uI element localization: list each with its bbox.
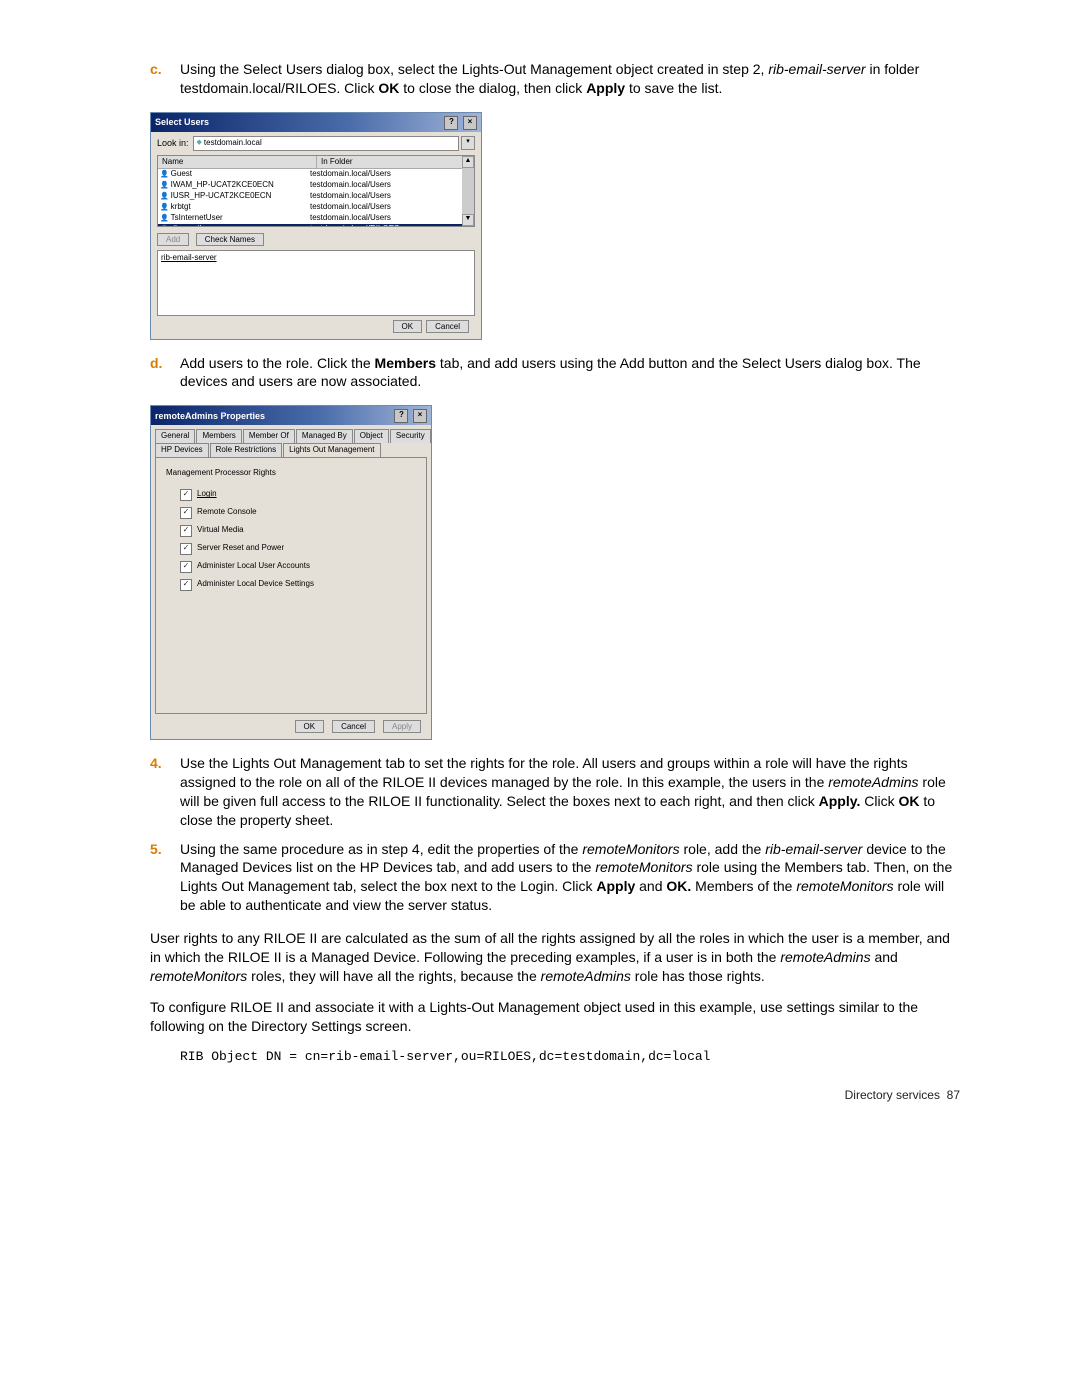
tab-rolerestrictions[interactable]: Role Restrictions	[210, 443, 282, 457]
checkbox-icon	[180, 561, 192, 573]
checkbox-icon	[180, 507, 192, 519]
ok-button[interactable]: OK	[295, 720, 325, 733]
scroll-up-icon: ▲	[462, 156, 474, 168]
tab-general[interactable]: General	[155, 429, 195, 443]
dialog-title: Select Users	[155, 116, 209, 128]
right-login[interactable]: Login	[180, 489, 416, 501]
step-4: 4. Use the Lights Out Management tab to …	[150, 754, 960, 830]
col-header-name: Name	[158, 156, 317, 169]
right-admindevice[interactable]: Administer Local Device Settings	[180, 579, 416, 591]
lookin-dropdown-icon[interactable]: ▾	[461, 136, 475, 150]
list-item[interactable]: TsInternetUsertestdomain.local/Users	[158, 213, 474, 224]
tab-memberof[interactable]: Member Of	[243, 429, 295, 443]
ok-button[interactable]: OK	[393, 320, 423, 333]
close-icon[interactable]: ×	[413, 409, 427, 423]
step-4-marker: 4.	[150, 754, 180, 830]
list-item-selected[interactable]: rib-email-servertestdomain.local/RILOES	[158, 224, 474, 226]
users-list[interactable]: Name In Folder Guesttestdomain.local/Use…	[157, 155, 475, 227]
scroll-down-icon: ▼	[462, 214, 474, 226]
page-footer: Directory services 87	[150, 1087, 960, 1103]
paragraph-rights: User rights to any RILOE II are calculat…	[150, 929, 960, 986]
tab-members[interactable]: Members	[196, 429, 241, 443]
list-item[interactable]: krbtgttestdomain.local/Users	[158, 202, 474, 213]
tab-lightsout[interactable]: Lights Out Management	[283, 443, 380, 457]
close-icon[interactable]: ×	[463, 116, 477, 130]
step-5: 5. Using the same procedure as in step 4…	[150, 840, 960, 916]
step-4-text: Use the Lights Out Management tab to set…	[180, 754, 960, 830]
code-snippet: RIB Object DN = cn=rib-email-server,ou=R…	[180, 1048, 960, 1066]
right-virtualmedia[interactable]: Virtual Media	[180, 525, 416, 537]
step-d: d. Add users to the role. Click the Memb…	[150, 354, 960, 392]
tab-security[interactable]: Security	[390, 429, 431, 443]
paragraph-config: To configure RILOE II and associate it w…	[150, 998, 960, 1036]
selected-names-input[interactable]: rib-email-server	[157, 250, 475, 316]
lookin-label: Look in:	[157, 137, 189, 149]
help-icon[interactable]: ?	[444, 116, 458, 130]
lookin-field[interactable]: testdomain.local	[193, 136, 459, 151]
tab-panel-lightsout: Management Processor Rights Login Remote…	[155, 457, 427, 714]
checkbox-icon	[180, 579, 192, 591]
step-c-text: Using the Select Users dialog box, selec…	[180, 60, 960, 98]
dialog-titlebar: Select Users ? ×	[151, 113, 481, 132]
check-names-button[interactable]: Check Names	[196, 233, 264, 246]
tab-hpdevices[interactable]: HP Devices	[155, 443, 209, 457]
step-c: c. Using the Select Users dialog box, se…	[150, 60, 960, 98]
scrollbar[interactable]: ▲▼	[462, 156, 474, 226]
list-item[interactable]: IWAM_HP-UCAT2KCE0ECNtestdomain.local/Use…	[158, 180, 474, 191]
dialog-title: remoteAdmins Properties	[155, 410, 265, 422]
group-label: Management Processor Rights	[166, 468, 416, 479]
right-serverreset[interactable]: Server Reset and Power	[180, 543, 416, 555]
step-d-marker: d.	[150, 354, 180, 392]
step-d-text: Add users to the role. Click the Members…	[180, 354, 960, 392]
checkbox-icon	[180, 543, 192, 555]
step-c-marker: c.	[150, 60, 180, 98]
list-item[interactable]: IUSR_HP-UCAT2KCE0ECNtestdomain.local/Use…	[158, 191, 474, 202]
step-5-text: Using the same procedure as in step 4, e…	[180, 840, 960, 916]
checkbox-icon	[180, 489, 192, 501]
dialog-titlebar: remoteAdmins Properties ? ×	[151, 406, 431, 425]
tab-object[interactable]: Object	[354, 429, 389, 443]
tab-managedby[interactable]: Managed By	[296, 429, 353, 443]
right-remoteconsole[interactable]: Remote Console	[180, 507, 416, 519]
select-users-dialog: Select Users ? × Look in: testdomain.loc…	[150, 112, 482, 340]
cancel-button[interactable]: Cancel	[426, 320, 469, 333]
apply-button[interactable]: Apply	[383, 720, 421, 733]
help-icon[interactable]: ?	[394, 409, 408, 423]
step-5-marker: 5.	[150, 840, 180, 916]
list-item[interactable]: Guesttestdomain.local/Users	[158, 169, 474, 180]
right-adminusers[interactable]: Administer Local User Accounts	[180, 561, 416, 573]
cancel-button[interactable]: Cancel	[332, 720, 375, 733]
properties-dialog: remoteAdmins Properties ? × General Memb…	[150, 405, 432, 740]
add-button[interactable]: Add	[157, 233, 189, 246]
col-header-folder: In Folder	[317, 156, 474, 169]
checkbox-icon	[180, 525, 192, 537]
